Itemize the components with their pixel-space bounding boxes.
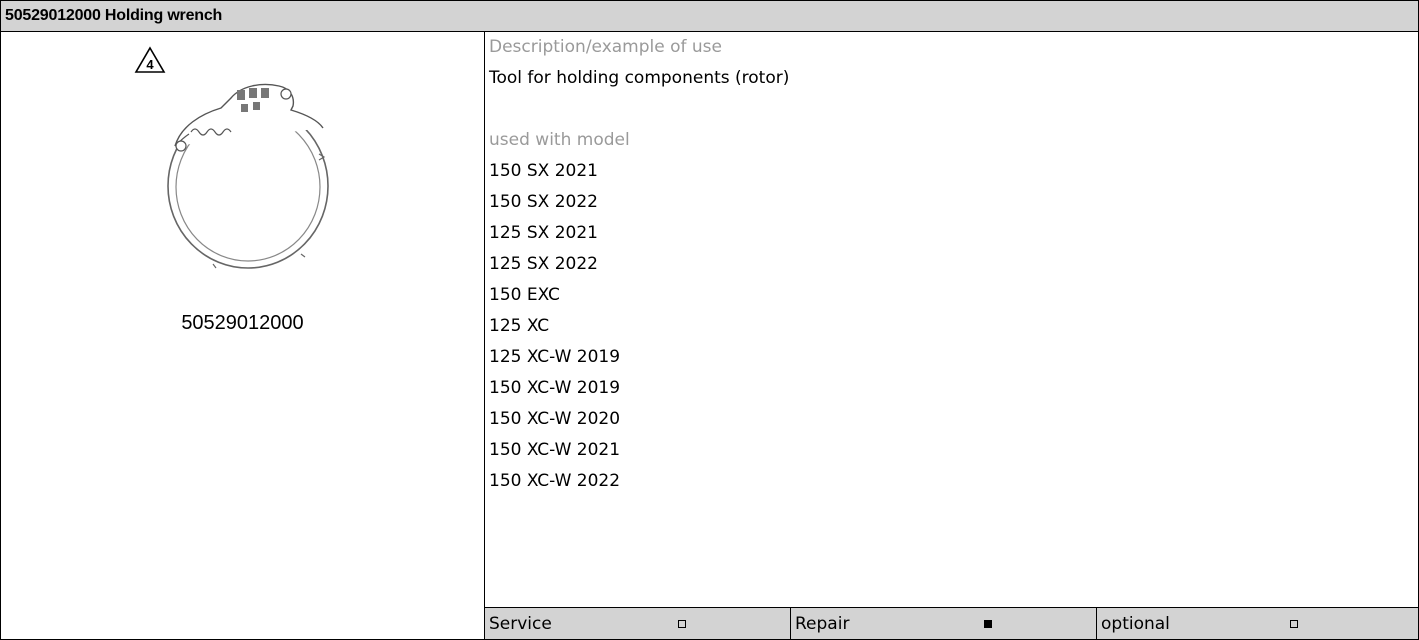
warning-triangle-icon: 4	[134, 46, 166, 73]
model-item: 150 SX 2021	[489, 161, 598, 181]
service-cell: Service	[485, 608, 791, 639]
tool-sheet: 50529012000 Holding wrench 4 50529012000…	[0, 0, 1419, 640]
models-heading: used with model	[489, 130, 630, 150]
model-item: 125 SX 2021	[489, 223, 598, 243]
service-checkbox	[678, 619, 686, 628]
model-item: 125 SX 2022	[489, 254, 598, 274]
model-item: 150 SX 2022	[489, 192, 598, 212]
repair-cell: Repair	[791, 608, 1097, 639]
optional-label: optional	[1101, 613, 1170, 634]
tool-title: 50529012000 Holding wrench	[5, 7, 223, 24]
tool-details-content: Description/example of use Tool for hold…	[485, 32, 1418, 607]
optional-cell: optional	[1097, 608, 1418, 639]
tool-title-bar: 50529012000 Holding wrench	[1, 1, 1418, 32]
warning-number: 4	[146, 57, 154, 72]
model-item: 150 XC-W 2020	[489, 409, 621, 429]
model-item: 125 XC	[489, 316, 550, 336]
tool-details-panel: Description/example of use Tool for hold…	[485, 32, 1418, 639]
repair-checkbox	[984, 619, 992, 628]
part-number-label: 50529012000	[181, 312, 304, 334]
service-label: Service	[489, 613, 552, 634]
tool-image-panel: 4 50529012000	[1, 32, 485, 639]
usage-category-footer: Service Repair optional	[485, 607, 1418, 639]
model-item: 150 XC-W 2019	[489, 378, 621, 398]
model-item: 150 XC-W 2022	[489, 471, 621, 491]
model-item: 150 EXC	[489, 285, 560, 305]
model-item: 125 XC-W 2019	[489, 347, 621, 367]
model-item: 150 XC-W 2021	[489, 440, 621, 460]
holding-wrench-image	[167, 83, 329, 269]
description-text: Tool for holding components (rotor)	[489, 68, 790, 88]
optional-checkbox	[1290, 619, 1298, 628]
tool-body: 4 50529012000 Description/example of use…	[1, 32, 1418, 639]
repair-label: Repair	[795, 613, 850, 634]
description-heading: Description/example of use	[489, 37, 723, 57]
